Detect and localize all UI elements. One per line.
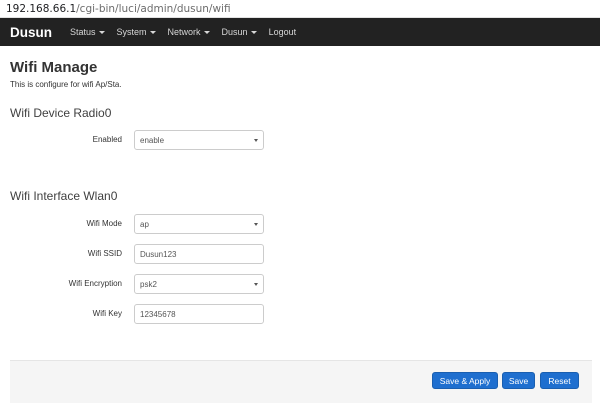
wifi-encryption-label: Wifi Encryption: [68, 279, 122, 288]
nav-dusun-label: Dusun: [221, 27, 248, 37]
wifi-key-input[interactable]: 12345678: [134, 304, 264, 324]
enabled-select[interactable]: enable: [134, 130, 264, 150]
caret-down-icon: [250, 31, 257, 34]
page-title: Wifi Manage: [10, 59, 98, 76]
wifi-key-value: 12345678: [140, 309, 176, 319]
top-navbar: Dusun Status System Network Dusun Logout: [0, 18, 600, 46]
save-button[interactable]: Save: [502, 372, 535, 389]
nav-system[interactable]: System: [117, 27, 156, 37]
section-title-interface: Wifi Interface Wlan0: [10, 189, 118, 203]
browser-url-bar[interactable]: 192.168.66.1/cgi-bin/luci/admin/dusun/wi…: [0, 0, 600, 18]
wifi-encryption-select[interactable]: psk2: [134, 274, 264, 294]
nav-logout[interactable]: Logout: [269, 27, 297, 37]
nav-status[interactable]: Status: [70, 27, 105, 37]
nav-dusun[interactable]: Dusun: [222, 27, 257, 37]
nav-logout-label: Logout: [268, 27, 297, 37]
wifi-ssid-value: Dusun123: [140, 249, 177, 259]
brand-logo[interactable]: Dusun: [10, 25, 52, 40]
url-host: 192.168.66.1: [6, 2, 77, 15]
wifi-mode-select[interactable]: ap: [134, 214, 264, 234]
reset-button[interactable]: Reset: [540, 372, 579, 389]
save-apply-button[interactable]: Save & Apply: [432, 372, 498, 389]
nav-system-label: System: [116, 27, 147, 37]
enabled-select-value: enable: [140, 135, 165, 145]
nav-network[interactable]: Network: [168, 27, 210, 37]
dropdown-arrow-icon: [254, 283, 258, 286]
dropdown-arrow-icon: [254, 139, 258, 142]
wifi-mode-label: Wifi Mode: [86, 219, 122, 228]
caret-down-icon: [98, 31, 105, 34]
url-path: /cgi-bin/luci/admin/dusun/wifi: [76, 2, 231, 15]
wifi-mode-value: ap: [140, 219, 149, 229]
wifi-key-label: Wifi Key: [92, 309, 122, 318]
dropdown-arrow-icon: [254, 223, 258, 226]
wifi-ssid-input[interactable]: Dusun123: [134, 244, 264, 264]
wifi-encryption-value: psk2: [140, 279, 157, 289]
nav-status-label: Status: [70, 27, 96, 37]
wifi-ssid-label: Wifi SSID: [87, 249, 122, 258]
caret-down-icon: [149, 31, 156, 34]
section-title-radio: Wifi Device Radio0: [10, 106, 112, 120]
page-description: This is configure for wifi Ap/Sta.: [10, 80, 122, 89]
enabled-label: Enabled: [92, 135, 122, 144]
caret-down-icon: [203, 31, 210, 34]
nav-network-label: Network: [167, 27, 201, 37]
